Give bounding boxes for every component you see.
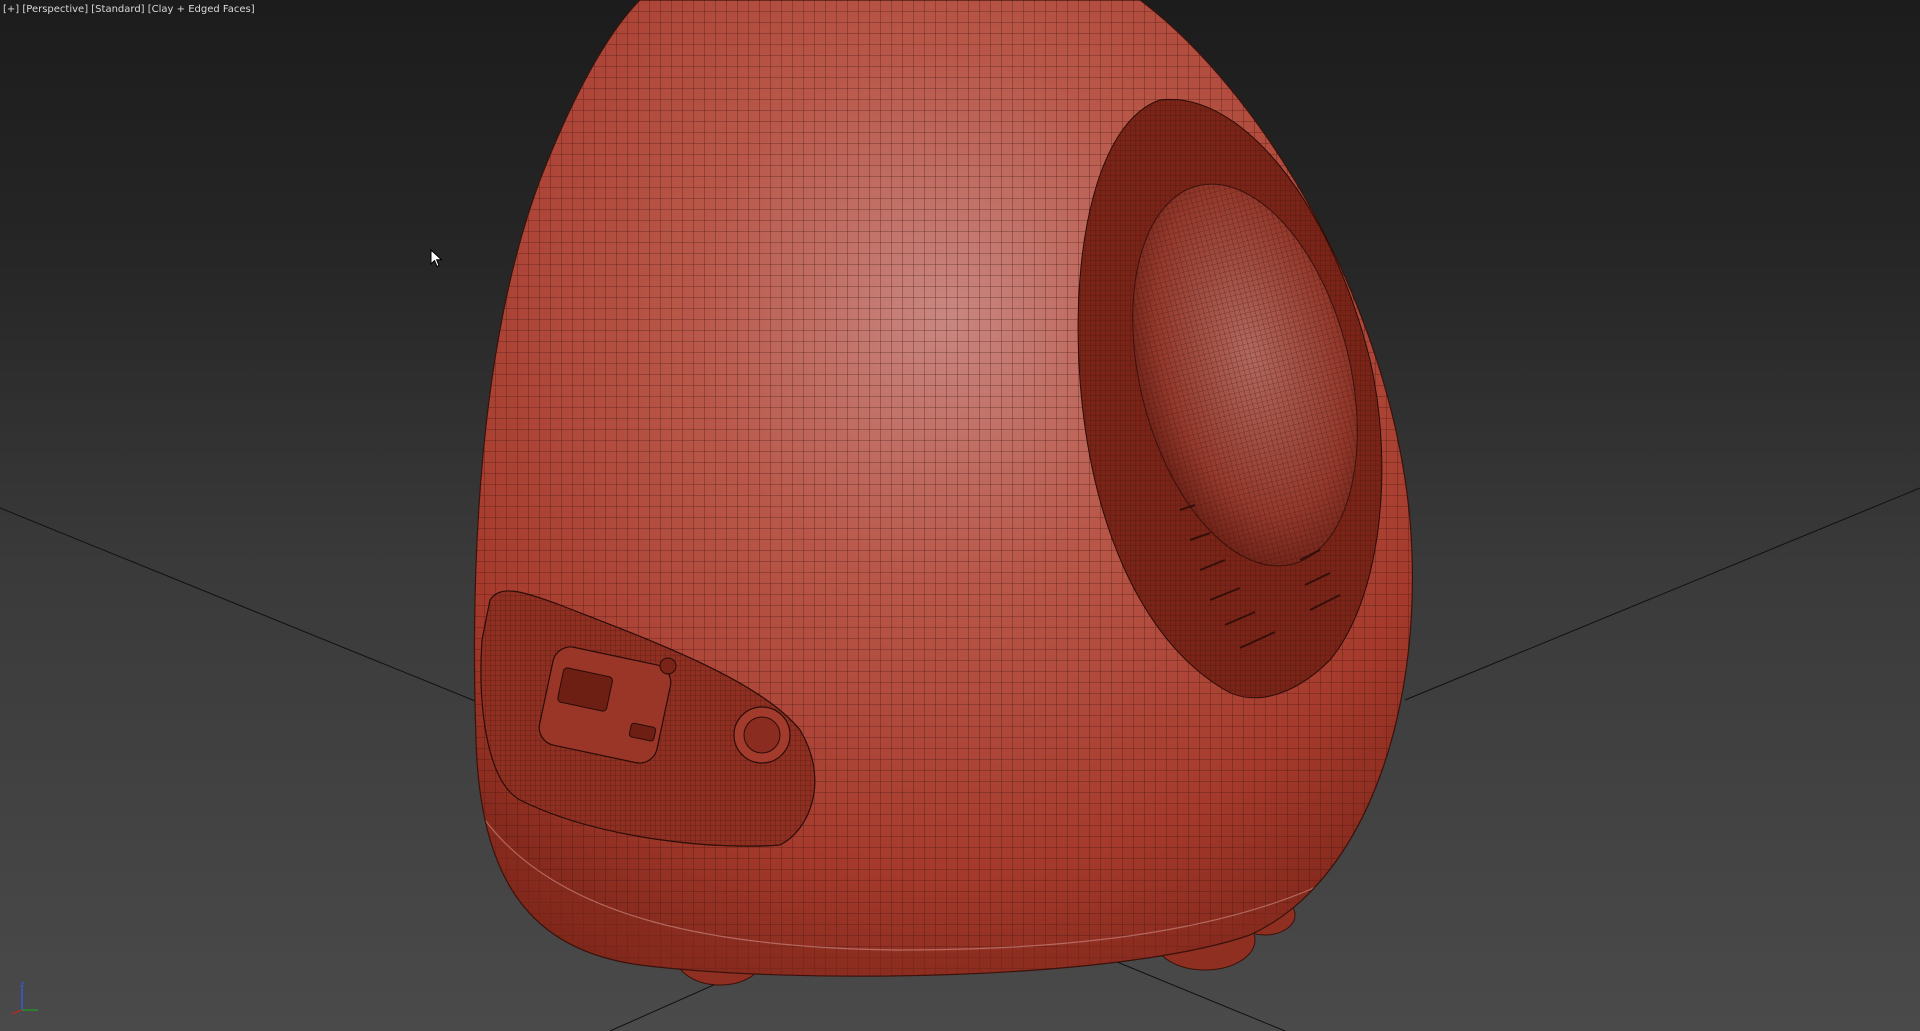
- z-axis-label: z: [20, 980, 24, 989]
- scene-canvas[interactable]: [0, 0, 1920, 1031]
- viewport-menu-view[interactable]: [Perspective]: [22, 4, 88, 15]
- viewport-label: [+] [Perspective] [Standard] [Clay + Edg…: [3, 4, 255, 15]
- viewport-menu-plus[interactable]: [+]: [3, 4, 19, 15]
- axis-gizmo-icon: z: [11, 980, 38, 1015]
- mouse-cursor-icon: [430, 249, 443, 268]
- x-axis-line: [11, 1009, 23, 1015]
- grid-line: [1404, 487, 1920, 701]
- viewport-menu-style[interactable]: [Clay + Edged Faces]: [148, 4, 255, 15]
- viewport-menu-shading[interactable]: [Standard]: [91, 4, 144, 15]
- 3d-viewport[interactable]: [+] [Perspective] [Standard] [Clay + Edg…: [0, 0, 1920, 1031]
- grid-line: [0, 507, 486, 706]
